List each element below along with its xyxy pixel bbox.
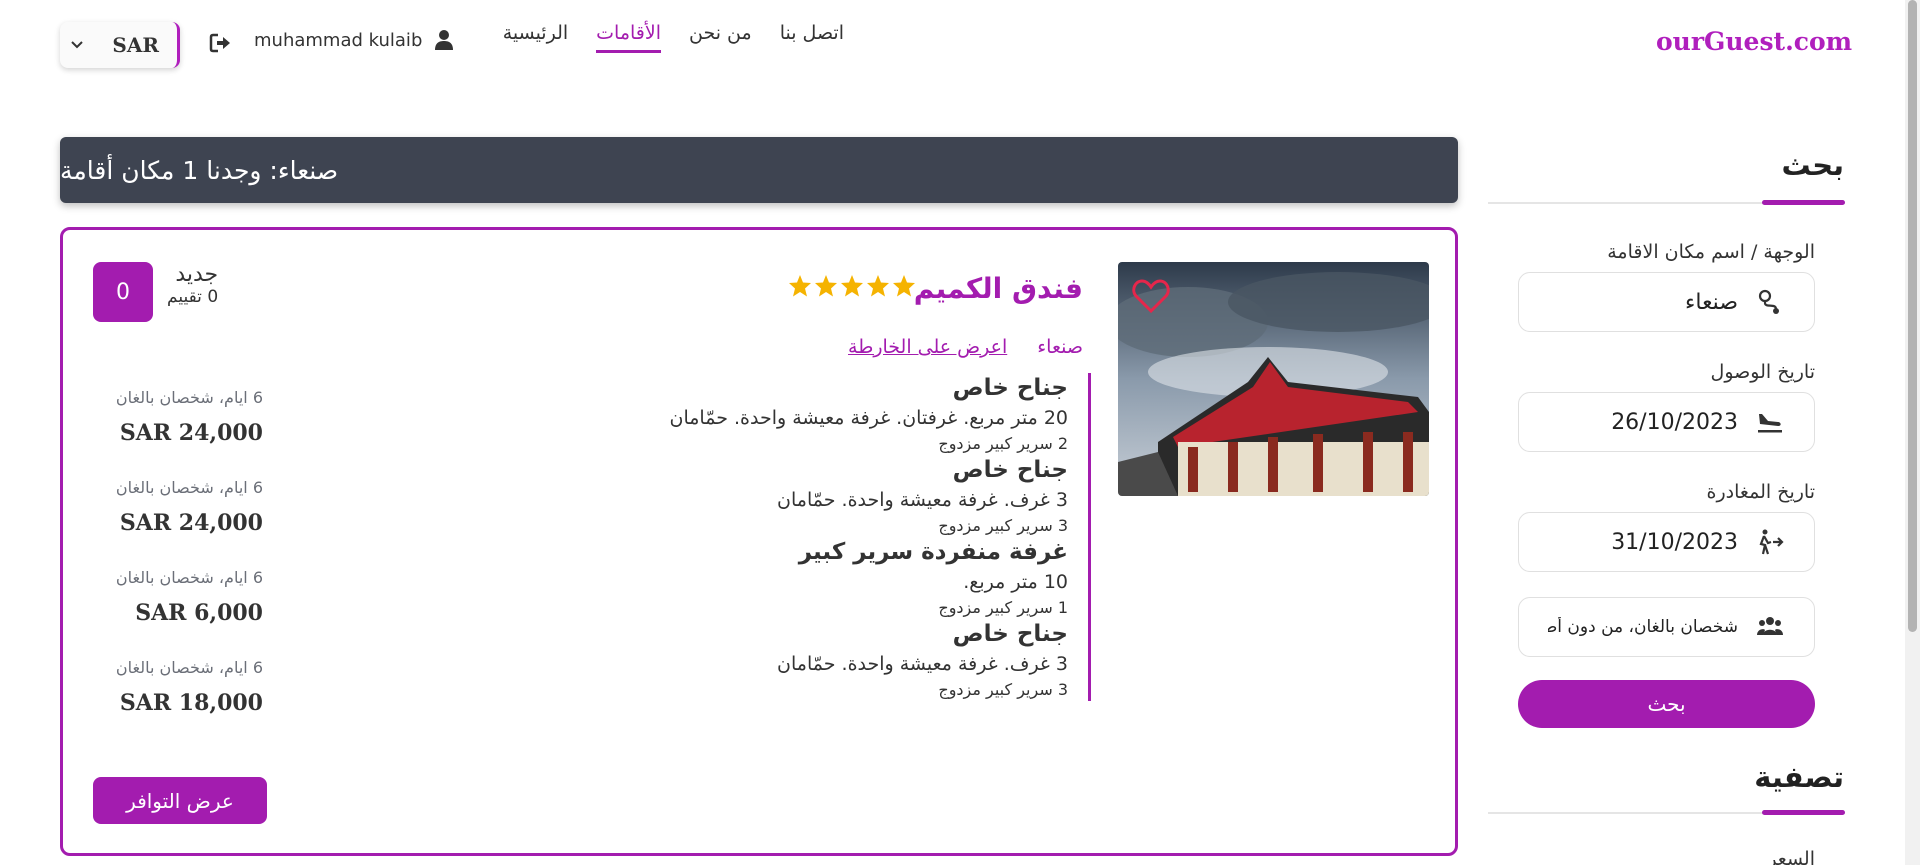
hotel-star-rating (788, 274, 916, 298)
room-item: غرفة منفردة سرير كبير 10 متر مربع. 1 سري… (571, 537, 1068, 619)
price-meta: 6 ايام، شخصان بالغان (115, 568, 263, 587)
review-label: جديد (175, 262, 219, 287)
favorite-heart-icon[interactable] (1132, 278, 1170, 314)
star-icon (789, 275, 811, 297)
page-scrollbar[interactable] (1905, 0, 1920, 865)
title-accent (1762, 810, 1845, 815)
nav-home[interactable]: الرئيسية (503, 22, 568, 53)
review-summary: جديد 0 تقييم (167, 262, 218, 307)
price-value: SAR 6,000 (135, 600, 263, 626)
search-button[interactable]: بحث (1518, 680, 1815, 728)
user-name: muhammad kulaib (254, 29, 423, 51)
main-nav: الرئيسية الأقامات من نحن اتصل بنا (503, 22, 844, 53)
hotel-photo[interactable] (1118, 262, 1429, 496)
price-value: SAR 24,000 (119, 420, 263, 446)
hotel-city: صنعاء (1037, 336, 1083, 358)
currency-value: SAR (112, 33, 159, 57)
results-summary: صنعاء: وجدنا 1 مكان أقامة (60, 155, 339, 185)
show-on-map-link[interactable]: اعرض على الخارطة (848, 336, 1007, 358)
logout-icon[interactable] (208, 31, 232, 55)
star-icon (815, 275, 837, 297)
destination-value: صنعاء (1685, 289, 1738, 315)
room-description: 3 غرف. غرفة معيشة واحدة. حمّامان (777, 653, 1068, 675)
room-bed: 2 سرير كبير مزدوج (938, 434, 1068, 453)
review-count: 0 تقييم (167, 287, 219, 307)
room-name: جناح خاص (952, 621, 1068, 647)
checkin-date-field[interactable]: 26/10/2023 (1518, 392, 1815, 452)
room-name: جناح خاص (952, 457, 1068, 483)
star-icon (841, 275, 863, 297)
price-item: 6 ايام، شخصان بالغان SAR 6,000 (93, 566, 263, 656)
users-icon (1757, 617, 1783, 635)
star-icon (893, 275, 915, 297)
hotel-card: فندق الكميم صنعاء اعرض على الخارطة جناح … (60, 227, 1458, 856)
currency-select[interactable]: SAR (60, 22, 180, 68)
room-item: جناح خاص 20 متر مربع. غرفتان. غرفة معيشة… (571, 373, 1068, 455)
departure-walk-icon (1759, 529, 1784, 555)
user-menu[interactable]: muhammad kulaib (254, 29, 454, 51)
room-bed: 3 سرير كبير مزدوج (938, 516, 1068, 535)
room-description: 3 غرف. غرفة معيشة واحدة. حمّامان (777, 489, 1068, 511)
guests-input[interactable] (1548, 617, 1738, 637)
room-item: جناح خاص 3 غرف. غرفة معيشة واحدة. حمّاما… (571, 619, 1068, 701)
price-meta: 6 ايام، شخصان بالغان (115, 388, 263, 407)
hotel-location: صنعاء اعرض على الخارطة (848, 336, 1083, 358)
filter-panel-title: تصفية (1754, 760, 1844, 794)
site-logo[interactable]: ourGuest.com (1656, 27, 1852, 56)
price-item: 6 ايام، شخصان بالغان SAR 18,000 (93, 656, 263, 746)
show-availability-button[interactable]: عرض التوافر (93, 777, 267, 824)
room-item: جناح خاص 3 غرف. غرفة معيشة واحدة. حمّاما… (571, 455, 1068, 537)
price-meta: 6 ايام، شخصان بالغان (115, 478, 263, 497)
results-summary-bar: صنعاء: وجدنا 1 مكان أقامة (60, 137, 1458, 203)
room-description: 10 متر مربع. (963, 571, 1068, 593)
room-name: غرفة منفردة سرير كبير (798, 539, 1068, 565)
room-name: جناح خاص (952, 375, 1068, 401)
location-route-icon (1758, 289, 1779, 314)
room-bed: 3 سرير كبير مزدوج (938, 680, 1068, 699)
checkout-date-value: 31/10/2023 (1611, 529, 1738, 555)
checkin-label: تاريخ الوصول (1710, 361, 1815, 383)
hotel-name[interactable]: فندق الكميم (914, 272, 1083, 305)
room-description: 20 متر مربع. غرفتان. غرفة معيشة واحدة. ح… (669, 407, 1068, 429)
price-value: SAR 24,000 (119, 510, 263, 536)
checkout-date-field[interactable]: 31/10/2023 (1518, 512, 1815, 572)
checkout-label: تاريخ المغادرة (1706, 481, 1815, 503)
nav-stays[interactable]: الأقامات (596, 22, 661, 53)
title-accent (1762, 200, 1845, 205)
room-bed: 1 سرير كبير مزدوج (938, 598, 1068, 617)
chevron-down-icon (71, 41, 83, 49)
price-value: SAR 18,000 (119, 690, 263, 716)
search-panel-title: بحث (1781, 148, 1845, 182)
price-item: 6 ايام، شخصان بالغان SAR 24,000 (93, 386, 263, 476)
destination-field[interactable]: صنعاء (1518, 272, 1815, 332)
price-list: 6 ايام، شخصان بالغان SAR 24,000 6 ايام، … (93, 386, 263, 746)
price-item: 6 ايام، شخصان بالغان SAR 24,000 (93, 476, 263, 566)
price-filter-label: السعر (1767, 848, 1815, 865)
checkin-date-value: 26/10/2023 (1611, 409, 1738, 435)
destination-label: الوجهة / اسم مكان الاقامة (1607, 241, 1815, 263)
review-score: 0 (93, 262, 153, 322)
nav-contact[interactable]: اتصل بنا (780, 22, 844, 53)
star-icon (867, 275, 889, 297)
price-meta: 6 ايام، شخصان بالغان (115, 658, 263, 677)
nav-about[interactable]: من نحن (689, 22, 752, 53)
guests-field[interactable] (1518, 597, 1815, 657)
plane-arrival-icon (1758, 414, 1782, 433)
room-list: جناح خاص 20 متر مربع. غرفتان. غرفة معيشة… (571, 373, 1091, 701)
scrollbar-thumb[interactable] (1908, 0, 1917, 632)
user-icon (435, 30, 454, 50)
